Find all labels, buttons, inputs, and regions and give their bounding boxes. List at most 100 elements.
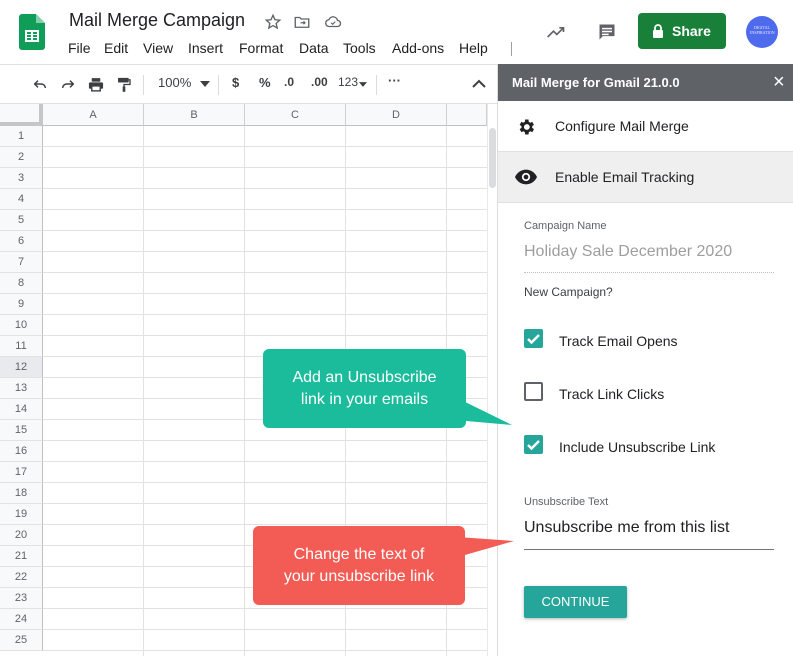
track-clicks-checkbox[interactable]	[524, 382, 543, 401]
include-unsubscribe-checkbox[interactable]	[524, 435, 543, 454]
menu-data[interactable]: Data	[299, 40, 329, 56]
table-row[interactable]	[43, 609, 487, 630]
row-header[interactable]: 19	[0, 504, 43, 525]
collapse-chevron-icon[interactable]	[472, 79, 486, 89]
callout-unsubscribe-text-text: Change the text of your unsubscribe link	[283, 546, 435, 585]
addon-sidebar: Mail Merge for Gmail 21.0.0 × Configure …	[497, 64, 793, 656]
row-header[interactable]: 3	[0, 168, 43, 189]
row-header[interactable]: 15	[0, 420, 43, 441]
close-icon[interactable]: ×	[773, 64, 785, 101]
table-row[interactable]	[43, 147, 487, 168]
redo-icon[interactable]	[59, 76, 77, 92]
more-tools-button[interactable]: ···	[388, 73, 401, 88]
menu-help[interactable]: Help	[459, 40, 488, 56]
column-header[interactable]: D	[346, 104, 447, 126]
activity-trend-icon[interactable]	[545, 22, 567, 42]
row-header[interactable]: 9	[0, 294, 43, 315]
new-campaign-link[interactable]: New Campaign?	[524, 285, 613, 299]
row-header[interactable]: 18	[0, 483, 43, 504]
row-header[interactable]: 5	[0, 210, 43, 231]
star-icon[interactable]	[264, 13, 282, 31]
table-row[interactable]	[43, 294, 487, 315]
column-header[interactable]	[447, 104, 487, 126]
row-header[interactable]: 21	[0, 546, 43, 567]
select-all-corner[interactable]	[0, 104, 43, 126]
formats-dropdown-icon[interactable]	[359, 82, 367, 87]
table-row[interactable]	[43, 273, 487, 294]
menu-view[interactable]: View	[143, 40, 173, 56]
row-header[interactable]: 1	[0, 126, 43, 147]
decrease-decimal-button[interactable]: .0	[284, 75, 294, 89]
row-header[interactable]: 16	[0, 441, 43, 462]
table-row[interactable]	[43, 462, 487, 483]
row-header[interactable]: 11	[0, 336, 43, 357]
table-row[interactable]	[43, 483, 487, 504]
row-header[interactable]: 23	[0, 588, 43, 609]
row-header[interactable]: 10	[0, 315, 43, 336]
comments-icon[interactable]	[596, 22, 618, 42]
row-header[interactable]: 13	[0, 378, 43, 399]
zoom-select[interactable]: 100%	[158, 75, 191, 90]
percent-format-button[interactable]: %	[259, 75, 271, 90]
enable-tracking-item[interactable]: Enable Email Tracking	[498, 152, 793, 203]
table-row[interactable]	[43, 252, 487, 273]
table-row[interactable]	[43, 126, 487, 147]
column-header[interactable]: A	[43, 104, 144, 126]
row-header[interactable]: 6	[0, 231, 43, 252]
configure-mail-merge-item[interactable]: Configure Mail Merge	[498, 101, 793, 152]
column-header[interactable]: B	[144, 104, 245, 126]
track-opens-checkbox[interactable]	[524, 329, 543, 348]
table-row[interactable]	[43, 504, 487, 525]
row-header[interactable]: 2	[0, 147, 43, 168]
row-header[interactable]: 4	[0, 189, 43, 210]
undo-icon[interactable]	[31, 76, 49, 92]
continue-button[interactable]: CONTINUE	[524, 586, 627, 618]
row-header[interactable]: 17	[0, 462, 43, 483]
menu-file[interactable]: File	[68, 40, 91, 56]
row-header[interactable]: 22	[0, 567, 43, 588]
table-row[interactable]	[43, 630, 487, 651]
table-row[interactable]	[43, 441, 487, 462]
tracking-label: Enable Email Tracking	[555, 169, 695, 185]
table-row[interactable]	[43, 315, 487, 336]
track-clicks-label[interactable]: Track Link Clicks	[559, 386, 664, 402]
scrollbar-thumb[interactable]	[489, 128, 496, 188]
table-row[interactable]	[43, 189, 487, 210]
table-row[interactable]	[43, 168, 487, 189]
avatar[interactable]: DIGITAL INSPIRATION	[746, 16, 778, 48]
row-header[interactable]: 25	[0, 630, 43, 651]
menu-tools[interactable]: Tools	[343, 40, 376, 56]
eye-icon	[515, 169, 537, 185]
callout-unsubscribe-link-text: Add an Unsubscribe link in your emails	[292, 369, 437, 408]
paint-format-icon[interactable]	[116, 76, 132, 93]
zoom-dropdown-icon[interactable]	[200, 81, 210, 87]
menu-addons[interactable]: Add-ons	[392, 40, 444, 56]
row-header[interactable]: 8	[0, 273, 43, 294]
column-header[interactable]: C	[245, 104, 346, 126]
unsubscribe-text-input[interactable]: Unsubscribe me from this list	[524, 514, 774, 550]
formatting-toolbar: 100% $ % .0 .00 123 ···	[0, 64, 497, 104]
menu-edit[interactable]: Edit	[104, 40, 128, 56]
include-unsubscribe-label[interactable]: Include Unsubscribe Link	[559, 439, 715, 455]
track-opens-label[interactable]: Track Email Opens	[559, 333, 678, 349]
increase-decimal-button[interactable]: .00	[311, 75, 328, 89]
cloud-status-icon[interactable]	[323, 13, 343, 31]
campaign-name-input[interactable]: Holiday Sale December 2020	[524, 238, 774, 273]
row-header[interactable]: 20	[0, 525, 43, 546]
move-folder-icon[interactable]	[293, 13, 311, 31]
document-title[interactable]: Mail Merge Campaign	[69, 10, 245, 31]
table-row[interactable]	[43, 210, 487, 231]
row-header[interactable]: 14	[0, 399, 43, 420]
vertical-scrollbar[interactable]	[487, 104, 497, 656]
print-icon[interactable]	[87, 76, 105, 93]
row-header[interactable]: 12	[0, 357, 43, 378]
row-header[interactable]: 7	[0, 252, 43, 273]
sheets-logo-icon[interactable]	[19, 14, 45, 50]
row-header[interactable]: 24	[0, 609, 43, 630]
menu-insert[interactable]: Insert	[188, 40, 223, 56]
more-formats-button[interactable]: 123	[338, 75, 358, 89]
share-button[interactable]: Share	[638, 13, 726, 49]
currency-format-button[interactable]: $	[232, 75, 239, 90]
menu-format[interactable]: Format	[239, 40, 283, 56]
table-row[interactable]	[43, 231, 487, 252]
